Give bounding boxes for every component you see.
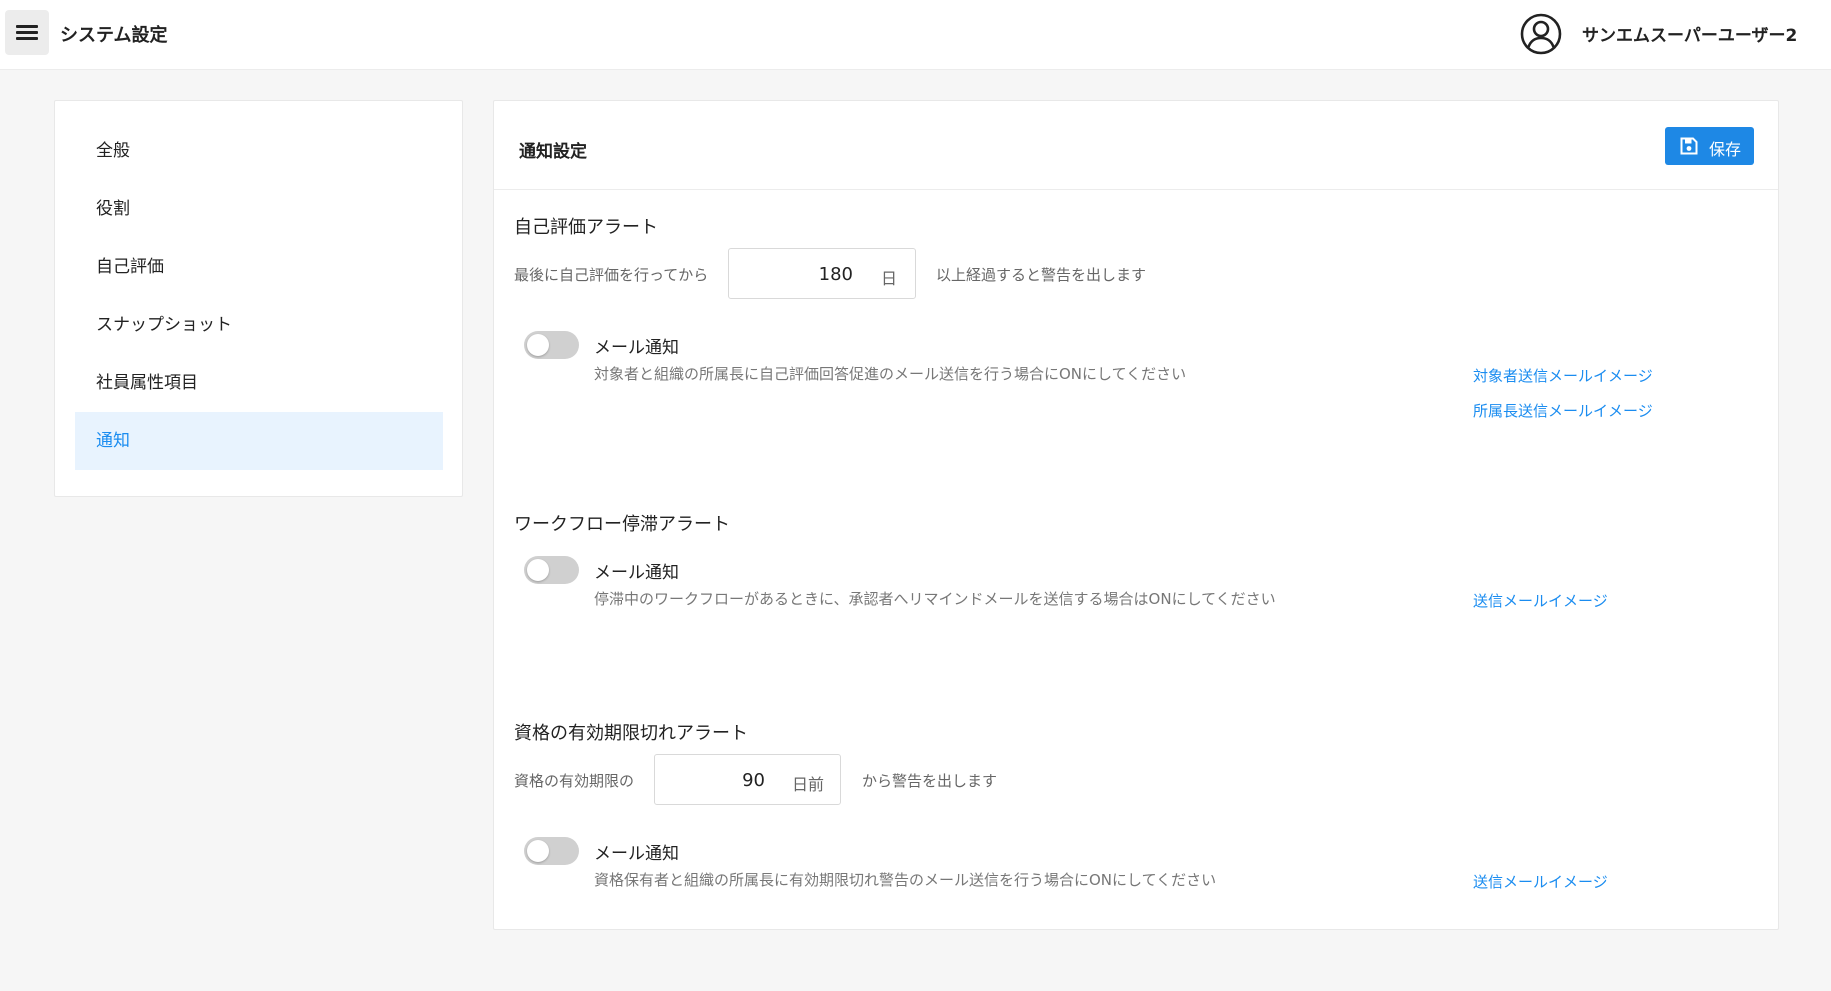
qualification-mail-toggle[interactable] [524, 837, 579, 865]
save-button-label: 保存 [1709, 140, 1742, 159]
sidebar-item-notifications[interactable]: 通知 [75, 412, 443, 470]
manager-mail-preview-link[interactable]: 所属長送信メールイメージ [1473, 400, 1653, 421]
qualification-expiry-days-unit: 日前 [791, 775, 824, 794]
account-circle-icon[interactable] [1520, 13, 1562, 55]
sidebar-item-self-evaluation[interactable]: 自己評価 [75, 238, 443, 296]
self-evaluation-mail-description: 対象者と組織の所属長に自己評価回答促進のメール送信を行う場合にONにしてください [594, 365, 1187, 383]
sidebar-item-roles[interactable]: 役割 [75, 180, 443, 238]
target-mail-preview-link[interactable]: 対象者送信メールイメージ [1473, 365, 1653, 386]
qualification-mail-description: 資格保有者と組織の所属長に有効期限切れ警告のメール送信を行う場合にONにしてくだ… [594, 871, 1217, 889]
panel-header: 通知設定 保存 [494, 101, 1778, 190]
self-evaluation-days-unit: 日 [880, 269, 897, 288]
qualification-mail-preview-link[interactable]: 送信メールイメージ [1473, 871, 1608, 892]
page-title: システム設定 [60, 25, 168, 46]
qualification-mail-label: メール通知 [594, 844, 679, 864]
workflow-mail-label: メール通知 [594, 563, 679, 583]
qualification-expiry-prefix: 資格の有効期限の [514, 772, 635, 790]
self-evaluation-mail-toggle[interactable] [524, 331, 579, 359]
hamburger-menu-icon[interactable] [5, 10, 49, 55]
qualification-expiry-days-input[interactable]: 90 日前 [654, 754, 841, 805]
notification-settings-panel: 通知設定 保存 自己評価アラート 最後に自己評価を行ってから 180 日 以上経… [493, 100, 1779, 930]
self-evaluation-suffix: 以上経過すると警告を出します [936, 266, 1147, 284]
workflow-mail-preview-link[interactable]: 送信メールイメージ [1473, 590, 1608, 611]
workflow-stall-alert-title: ワークフロー停滞アラート [514, 514, 730, 535]
sidebar-item-employee-attributes[interactable]: 社員属性項目 [75, 354, 443, 412]
self-evaluation-mail-label: メール通知 [594, 338, 679, 358]
save-button[interactable]: 保存 [1665, 127, 1754, 165]
panel-title: 通知設定 [519, 142, 587, 162]
sidebar-item-general[interactable]: 全般 [75, 122, 443, 180]
self-evaluation-days-value: 180 [818, 264, 853, 285]
qualification-expiry-days-value: 90 [742, 770, 765, 791]
settings-sidebar: 全般 役割 自己評価 スナップショット 社員属性項目 通知 [54, 100, 463, 497]
floppy-disk-icon [1680, 137, 1698, 155]
user-name[interactable]: サンエムスーパーユーザー2 [1582, 21, 1797, 46]
qualification-expiry-alert-title: 資格の有効期限切れアラート [514, 723, 748, 744]
sidebar-item-snapshot[interactable]: スナップショット [75, 296, 443, 354]
qualification-expiry-suffix: から警告を出します [862, 772, 998, 790]
top-app-bar: システム設定 サンエムスーパーユーザー2 [0, 0, 1831, 70]
self-evaluation-days-input[interactable]: 180 日 [728, 248, 916, 299]
self-evaluation-prefix: 最後に自己評価を行ってから [514, 266, 709, 284]
self-evaluation-alert-title: 自己評価アラート [514, 217, 658, 238]
workflow-mail-toggle[interactable] [524, 556, 579, 584]
workflow-mail-description: 停滞中のワークフローがあるときに、承認者へリマインドメールを送信する場合はONに… [594, 590, 1276, 608]
